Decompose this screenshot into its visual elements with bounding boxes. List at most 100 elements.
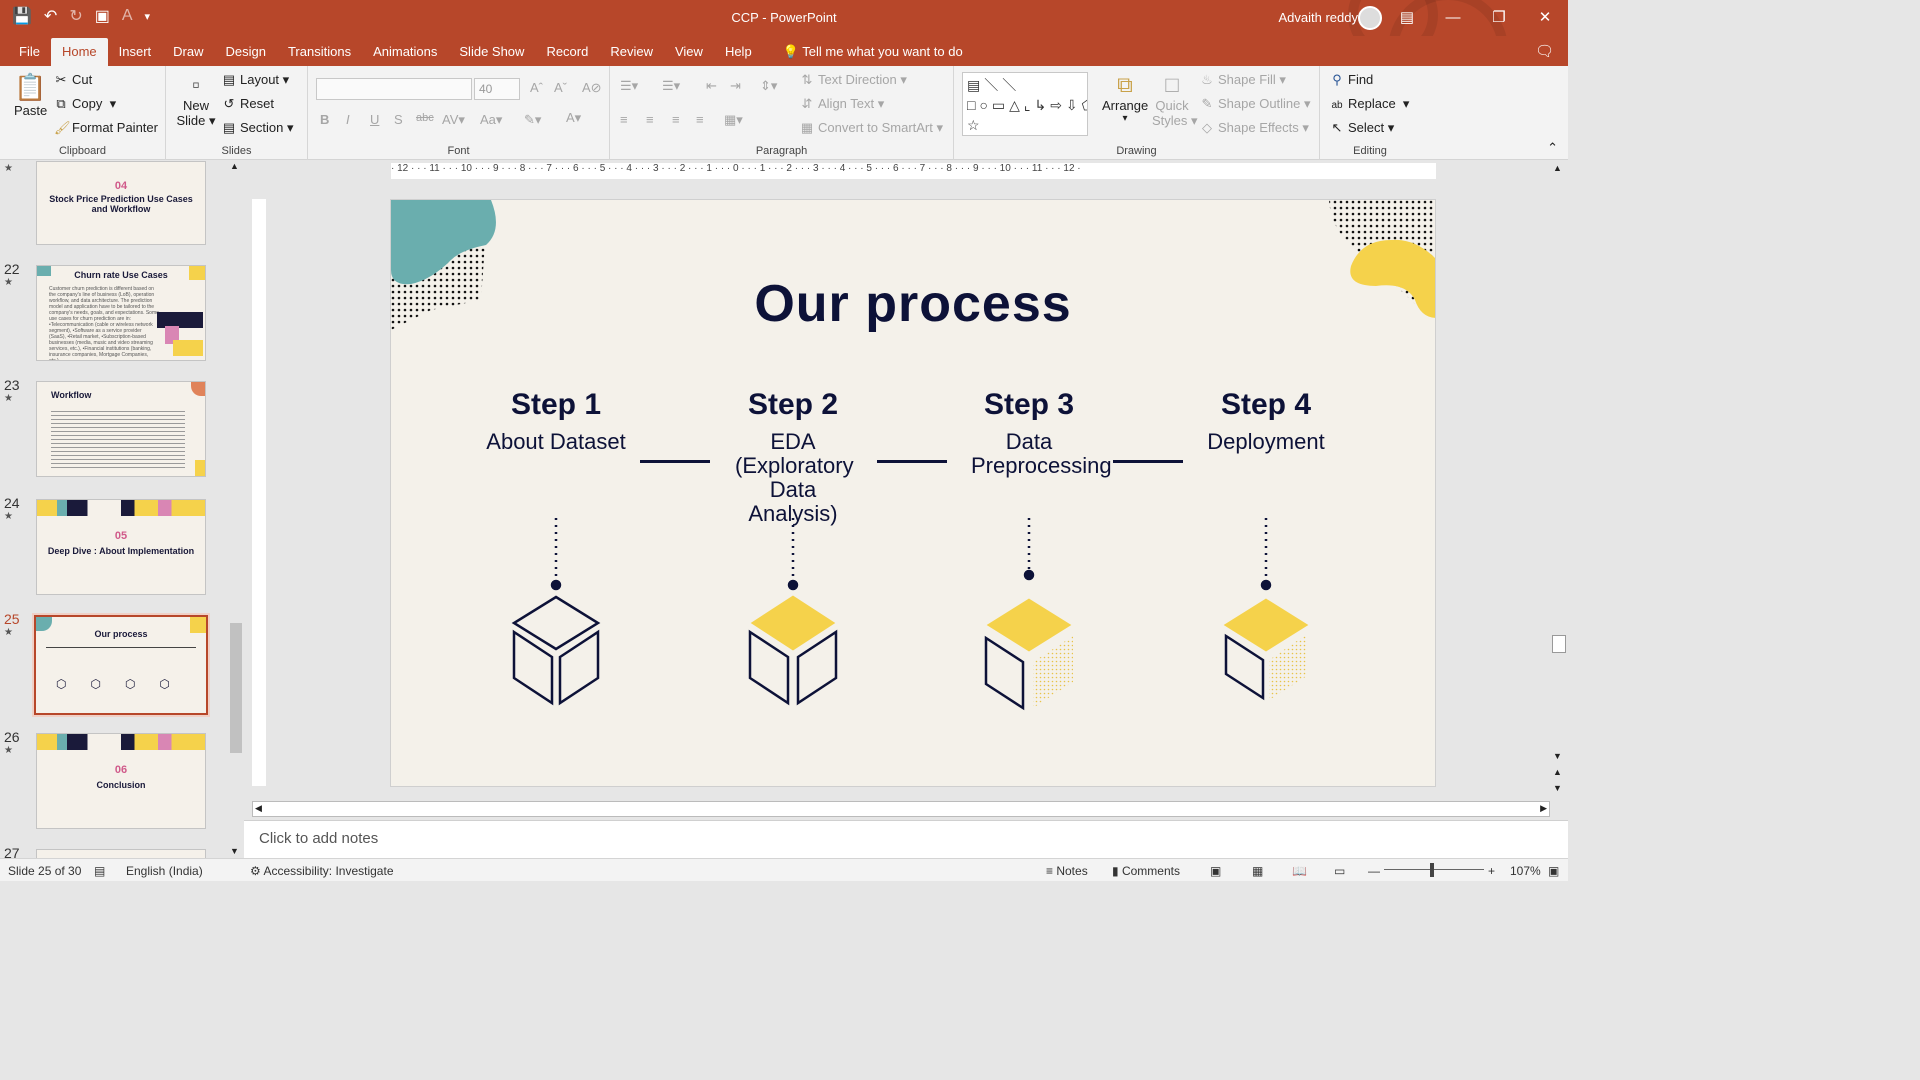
layout-button[interactable]: ▤ Layout ▾	[222, 72, 289, 88]
collapse-ribbon-icon[interactable]: ⌃	[1547, 140, 1558, 156]
columns-icon[interactable]: ▦▾	[724, 112, 743, 128]
justify-icon[interactable]: ≡	[696, 112, 704, 127]
previous-slide-icon[interactable]: ▲	[1553, 767, 1562, 777]
ribbon-display-icon[interactable]: ▤	[1384, 0, 1430, 34]
replace-button[interactable]: ab Replace ▾	[1330, 96, 1409, 112]
arrange-button[interactable]: ⧉ Arrange ▾	[1102, 72, 1148, 124]
zoom-in-icon[interactable]: +	[1488, 864, 1495, 878]
bold-button[interactable]: B	[320, 112, 329, 127]
font-color-icon[interactable]: A▾	[566, 110, 581, 126]
comments-icon[interactable]: 🗨	[1535, 42, 1554, 60]
scroll-thumb[interactable]	[230, 623, 242, 753]
fit-to-window-icon[interactable]: ▣	[1548, 864, 1559, 878]
slide-thumb-27[interactable]	[36, 849, 206, 858]
decrease-indent-icon[interactable]: ⇤	[706, 78, 717, 94]
normal-view-icon[interactable]: ▣	[1210, 864, 1221, 878]
tab-help[interactable]: Help	[714, 38, 763, 66]
minimize-icon[interactable]: —	[1430, 0, 1476, 34]
slide-show-icon[interactable]: ▭	[1334, 864, 1345, 878]
tab-design[interactable]: Design	[215, 38, 277, 66]
strikethrough-button[interactable]: abc	[416, 112, 434, 124]
maximize-icon[interactable]: ❐	[1476, 0, 1522, 34]
align-text-button[interactable]: ⇵ Align Text ▾	[800, 96, 885, 112]
section-button[interactable]: ▤ Section ▾	[222, 120, 294, 136]
notes-button[interactable]: ≡ Notes	[1046, 864, 1088, 878]
slide-sorter-icon[interactable]: ▦	[1252, 864, 1263, 878]
tab-animations[interactable]: Animations	[362, 38, 448, 66]
tab-home[interactable]: Home	[50, 38, 108, 66]
new-slide-button[interactable]: ▫ New Slide ▾	[176, 72, 216, 129]
user-name[interactable]: Advaith reddy	[1279, 10, 1359, 25]
bullets-icon[interactable]: ☰▾	[620, 78, 638, 94]
notes-pane[interactable]: Click to add notes	[244, 820, 1568, 858]
tell-me-box[interactable]: 💡 Tell me what you want to do	[773, 38, 973, 66]
slide-thumb-23[interactable]: Workflow	[36, 381, 206, 477]
slide-thumb-21[interactable]: 04 Stock Price Prediction Use Cases and …	[36, 161, 206, 245]
tab-view[interactable]: View	[664, 38, 714, 66]
shape-fill-button[interactable]: ♨ Shape Fill ▾	[1200, 72, 1286, 88]
current-slide[interactable]: Our process Step 1 About Dataset Step 2 …	[390, 199, 1436, 787]
step-3[interactable]: Step 3 Data Preprocessing	[911, 388, 1147, 478]
reading-view-icon[interactable]: 📖	[1292, 864, 1307, 878]
tab-transitions[interactable]: Transitions	[277, 38, 362, 66]
cut-button[interactable]: ✂ Cut	[54, 72, 93, 88]
line-spacing-icon[interactable]: ⇕▾	[760, 78, 777, 94]
underline-button[interactable]: U	[370, 112, 379, 127]
italic-button[interactable]: I	[346, 112, 350, 127]
tab-file[interactable]: File	[8, 38, 51, 66]
comments-button[interactable]: ▮ Comments	[1112, 864, 1180, 878]
spell-check-icon[interactable]: ▤	[94, 864, 105, 878]
horizontal-scrollbar[interactable]: ◀ ▶	[252, 801, 1550, 817]
tab-slide-show[interactable]: Slide Show	[448, 38, 535, 66]
text-direction-button[interactable]: ⇅ Text Direction ▾	[800, 72, 907, 88]
font-name-combo[interactable]	[316, 78, 472, 100]
paste-button[interactable]: 📋 Paste	[14, 72, 47, 118]
step-4[interactable]: Step 4 Deployment	[1148, 388, 1384, 454]
shape-outline-button[interactable]: ✎ Shape Outline ▾	[1200, 96, 1311, 112]
scroll-thumb[interactable]	[1552, 635, 1566, 653]
copy-button[interactable]: ⧉ Copy ▾	[54, 96, 116, 112]
find-button[interactable]: ⚲ Find	[1330, 72, 1373, 88]
increase-indent-icon[interactable]: ⇥	[730, 78, 741, 94]
next-slide-icon[interactable]: ▼	[1553, 783, 1562, 793]
tab-review[interactable]: Review	[599, 38, 664, 66]
quick-styles-button[interactable]: □ Quick Styles ▾	[1152, 72, 1198, 129]
align-right-icon[interactable]: ≡	[672, 112, 680, 127]
slide-thumb-26[interactable]: 06 Conclusion	[36, 733, 206, 829]
language-status[interactable]: English (India)	[126, 864, 203, 878]
tab-insert[interactable]: Insert	[108, 38, 163, 66]
select-button[interactable]: ↖ Select ▾	[1330, 120, 1395, 136]
step-2[interactable]: Step 2 EDA (Exploratory Data Analysis)	[675, 388, 911, 526]
scroll-left-icon[interactable]: ◀	[255, 803, 262, 814]
slide-thumb-24[interactable]: 05 Deep Dive : About Implementation	[36, 499, 206, 595]
numbering-icon[interactable]: ☰▾	[662, 78, 680, 94]
zoom-level[interactable]: 107%	[1510, 864, 1541, 878]
slide-scrollbar[interactable]: ▲ ▼ ▲ ▼	[1550, 161, 1568, 801]
clear-formatting-icon[interactable]: A⊘	[582, 80, 602, 96]
character-spacing-icon[interactable]: AV▾	[442, 112, 465, 128]
slide-thumb-22[interactable]: Churn rate Use Cases Customer churn pred…	[36, 265, 206, 361]
zoom-slider[interactable]	[1384, 869, 1484, 870]
zoom-slider-thumb[interactable]	[1430, 863, 1434, 877]
font-size-combo[interactable]: 40	[474, 78, 520, 100]
scroll-up-icon[interactable]: ▲	[230, 161, 239, 171]
tab-draw[interactable]: Draw	[162, 38, 214, 66]
format-painter-button[interactable]: 🖌Format Painter	[54, 120, 158, 136]
shapes-gallery[interactable]: ▤＼＼□○▭△⌞↳⇨⇩⬠↻⌢∽{}☆	[962, 72, 1088, 136]
reset-button[interactable]: ↺ Reset	[222, 96, 274, 112]
slide-title[interactable]: Our process	[391, 274, 1435, 334]
scroll-down-icon[interactable]: ▼	[1553, 751, 1562, 761]
scroll-down-icon[interactable]: ▼	[230, 846, 239, 856]
thumbnails-scrollbar[interactable]: ▲ ▼	[228, 161, 244, 858]
align-center-icon[interactable]: ≡	[646, 112, 654, 127]
scroll-up-icon[interactable]: ▲	[1553, 163, 1562, 173]
scroll-right-icon[interactable]: ▶	[1540, 803, 1547, 814]
avatar[interactable]	[1358, 6, 1382, 30]
accessibility-status[interactable]: ⚙ Accessibility: Investigate	[250, 864, 394, 878]
close-icon[interactable]: ✕	[1522, 0, 1568, 34]
slide-thumb-25[interactable]: Our process ⬡⬡⬡⬡	[34, 615, 208, 715]
convert-smartart-button[interactable]: ▦ Convert to SmartArt ▾	[800, 120, 943, 136]
change-case-icon[interactable]: Aa▾	[480, 112, 502, 128]
step-1[interactable]: Step 1 About Dataset	[438, 388, 674, 454]
tab-record[interactable]: Record	[535, 38, 599, 66]
